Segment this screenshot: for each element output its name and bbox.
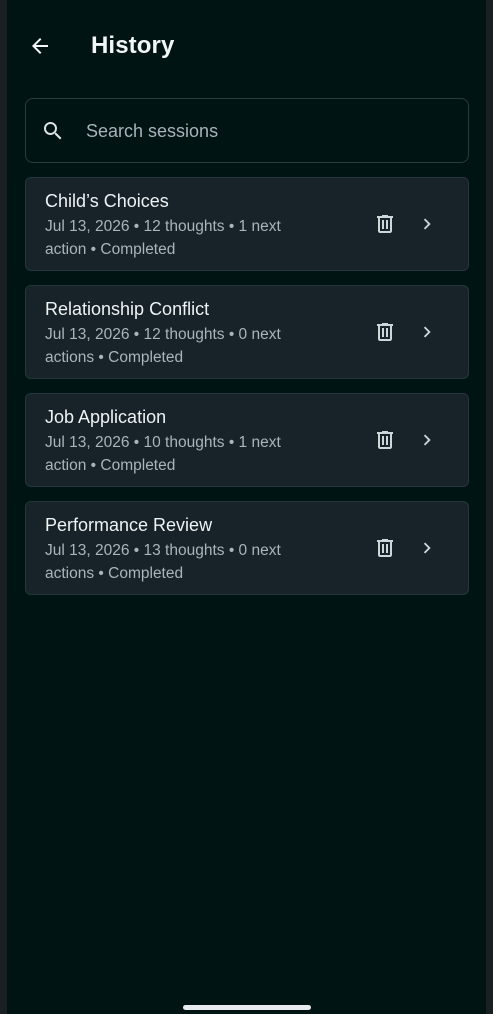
chevron-right-icon bbox=[416, 534, 438, 562]
session-card[interactable]: Child’s Choices Jul 13, 2026 • 12 though… bbox=[25, 177, 469, 271]
screen: History Child’s Choices Jul 13, 2026 • 1… bbox=[7, 0, 486, 1014]
chevron-right-icon bbox=[416, 318, 438, 346]
page-title: History bbox=[91, 32, 175, 59]
session-title: Child’s Choices bbox=[45, 191, 169, 211]
session-meta: Jul 13, 2026 • 10 thoughts • 1 next acti… bbox=[45, 434, 281, 474]
home-indicator[interactable] bbox=[183, 1005, 311, 1010]
search-icon bbox=[44, 122, 62, 140]
session-card[interactable]: Job Application Jul 13, 2026 • 10 though… bbox=[25, 393, 469, 487]
session-list: Child’s Choices Jul 13, 2026 • 12 though… bbox=[25, 177, 469, 609]
trash-icon bbox=[377, 323, 393, 341]
session-title: Job Application bbox=[45, 407, 167, 427]
delete-button[interactable] bbox=[369, 314, 401, 350]
delete-button[interactable] bbox=[369, 422, 401, 458]
trash-icon bbox=[377, 431, 393, 449]
trash-icon bbox=[377, 539, 393, 557]
session-meta: Jul 13, 2026 • 12 thoughts • 1 next acti… bbox=[45, 218, 281, 258]
search-input[interactable] bbox=[86, 113, 456, 149]
arrow-left-icon bbox=[32, 38, 48, 54]
trash-icon bbox=[377, 215, 393, 233]
session-meta: Jul 13, 2026 • 13 thoughts • 0 next acti… bbox=[45, 542, 281, 582]
session-title: Performance Review bbox=[45, 515, 213, 535]
session-meta: Jul 13, 2026 • 12 thoughts • 0 next acti… bbox=[45, 326, 281, 366]
delete-button[interactable] bbox=[369, 206, 401, 242]
app-bar: History bbox=[7, 0, 486, 92]
search-bar[interactable] bbox=[25, 98, 469, 163]
back-button[interactable] bbox=[23, 28, 57, 64]
session-card[interactable]: Relationship Conflict Jul 13, 2026 • 12 … bbox=[25, 285, 469, 379]
delete-button[interactable] bbox=[369, 530, 401, 566]
session-card[interactable]: Performance Review Jul 13, 2026 • 13 tho… bbox=[25, 501, 469, 595]
session-title: Relationship Conflict bbox=[45, 299, 210, 319]
chevron-right-icon bbox=[416, 426, 438, 454]
chevron-right-icon bbox=[416, 210, 438, 238]
